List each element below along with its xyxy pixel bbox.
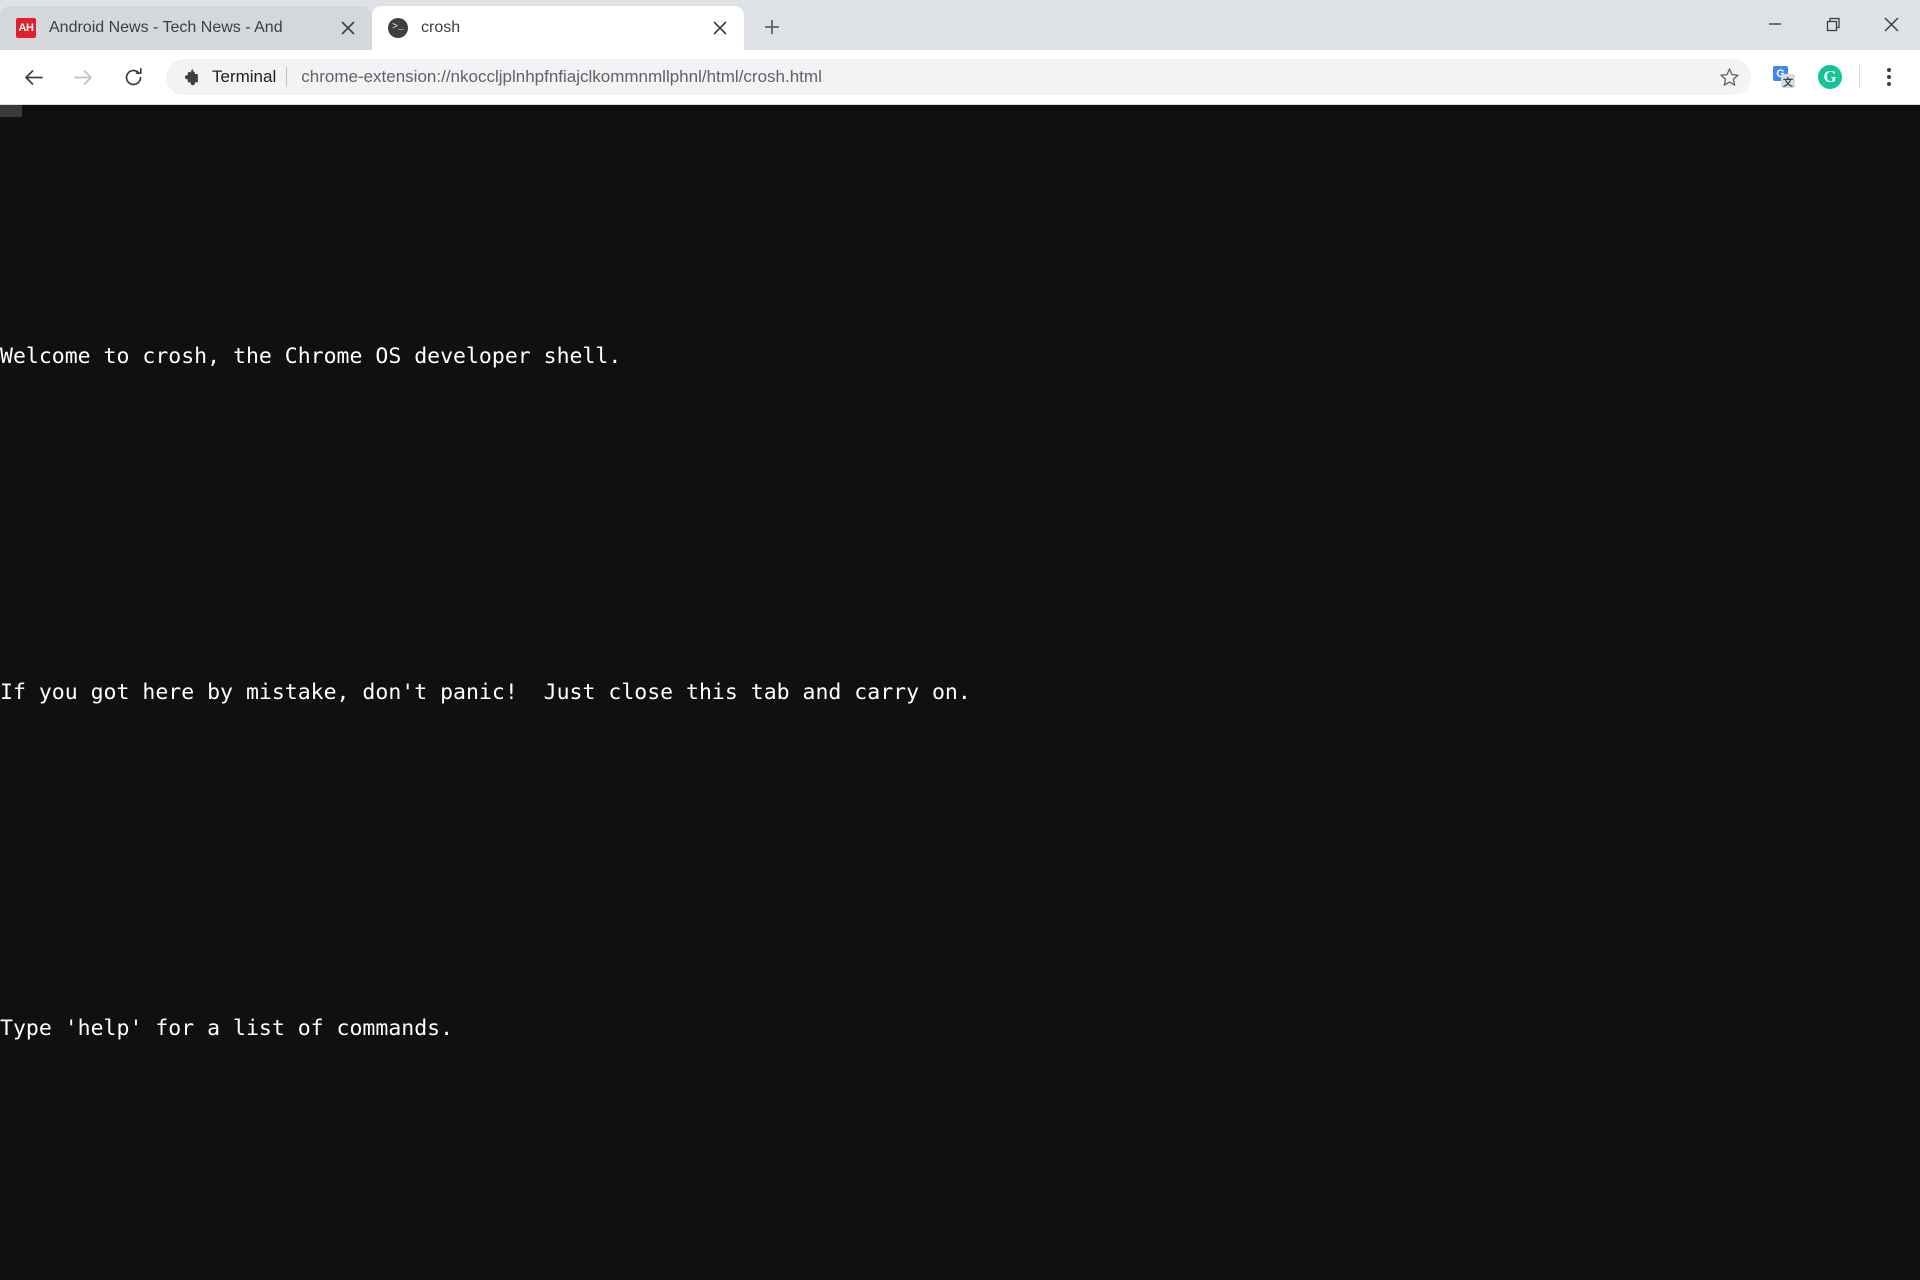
url-text[interactable]: chrome-extension://nkoccljplnhpfnfiajclk…	[301, 67, 1713, 87]
browser-window: AH Android News - Tech News - And >_ cro…	[0, 0, 1920, 1280]
terminal-line: If you got here by mistake, don't panic!…	[0, 680, 971, 705]
menu-dots	[1887, 68, 1891, 86]
puzzle-piece-icon	[182, 68, 201, 87]
extension-chip-label: Terminal	[212, 67, 277, 86]
tab-crosh[interactable]: >_ crosh	[372, 6, 744, 50]
restore-icon[interactable]	[1804, 0, 1862, 48]
tab-title: crosh	[421, 19, 461, 36]
close-icon[interactable]	[706, 14, 734, 42]
terminal-scroll-artifact	[0, 105, 22, 117]
new-tab-button[interactable]	[752, 7, 792, 47]
terminal-line: Welcome to crosh, the Chrome OS develope…	[0, 344, 622, 369]
close-icon[interactable]	[1862, 0, 1920, 48]
translate-icon[interactable]: G 文	[1764, 57, 1804, 97]
window-controls	[1746, 0, 1920, 48]
minimize-icon[interactable]	[1746, 0, 1804, 48]
grammarly-glyph: G	[1818, 65, 1842, 89]
extension-chip[interactable]: Terminal	[182, 67, 276, 87]
three-dot-menu-icon[interactable]	[1869, 57, 1909, 97]
grammarly-icon[interactable]: G	[1810, 57, 1850, 97]
crosh-favicon-label: >_	[388, 18, 408, 38]
terminal-line: Type 'help' for a list of commands.	[0, 1016, 454, 1041]
back-icon[interactable]	[11, 55, 55, 99]
browser-toolbar: Terminal chrome-extension://nkoccljplnhp…	[0, 50, 1920, 105]
toolbar-divider	[1859, 65, 1860, 89]
translate-glyph: G 文	[1773, 66, 1795, 89]
tab-android-news[interactable]: AH Android News - Tech News - And	[0, 6, 372, 50]
ah-favicon-label: AH	[16, 18, 36, 38]
close-icon[interactable]	[334, 14, 362, 42]
address-bar[interactable]: Terminal chrome-extension://nkoccljplnhp…	[166, 59, 1751, 95]
tab-title: Android News - Tech News - And	[49, 19, 283, 36]
tab-strip: AH Android News - Tech News - And >_ cro…	[0, 0, 1920, 50]
forward-icon[interactable]	[61, 55, 105, 99]
reload-icon[interactable]	[111, 55, 155, 99]
crosh-terminal-favicon: >_	[388, 18, 408, 38]
omnibox-divider	[286, 67, 288, 87]
ah-favicon: AH	[16, 18, 36, 38]
translate-secondary-letter: 文	[1781, 74, 1795, 89]
crosh-terminal[interactable]: Welcome to crosh, the Chrome OS develope…	[0, 105, 1920, 1280]
star-icon[interactable]	[1713, 61, 1745, 93]
